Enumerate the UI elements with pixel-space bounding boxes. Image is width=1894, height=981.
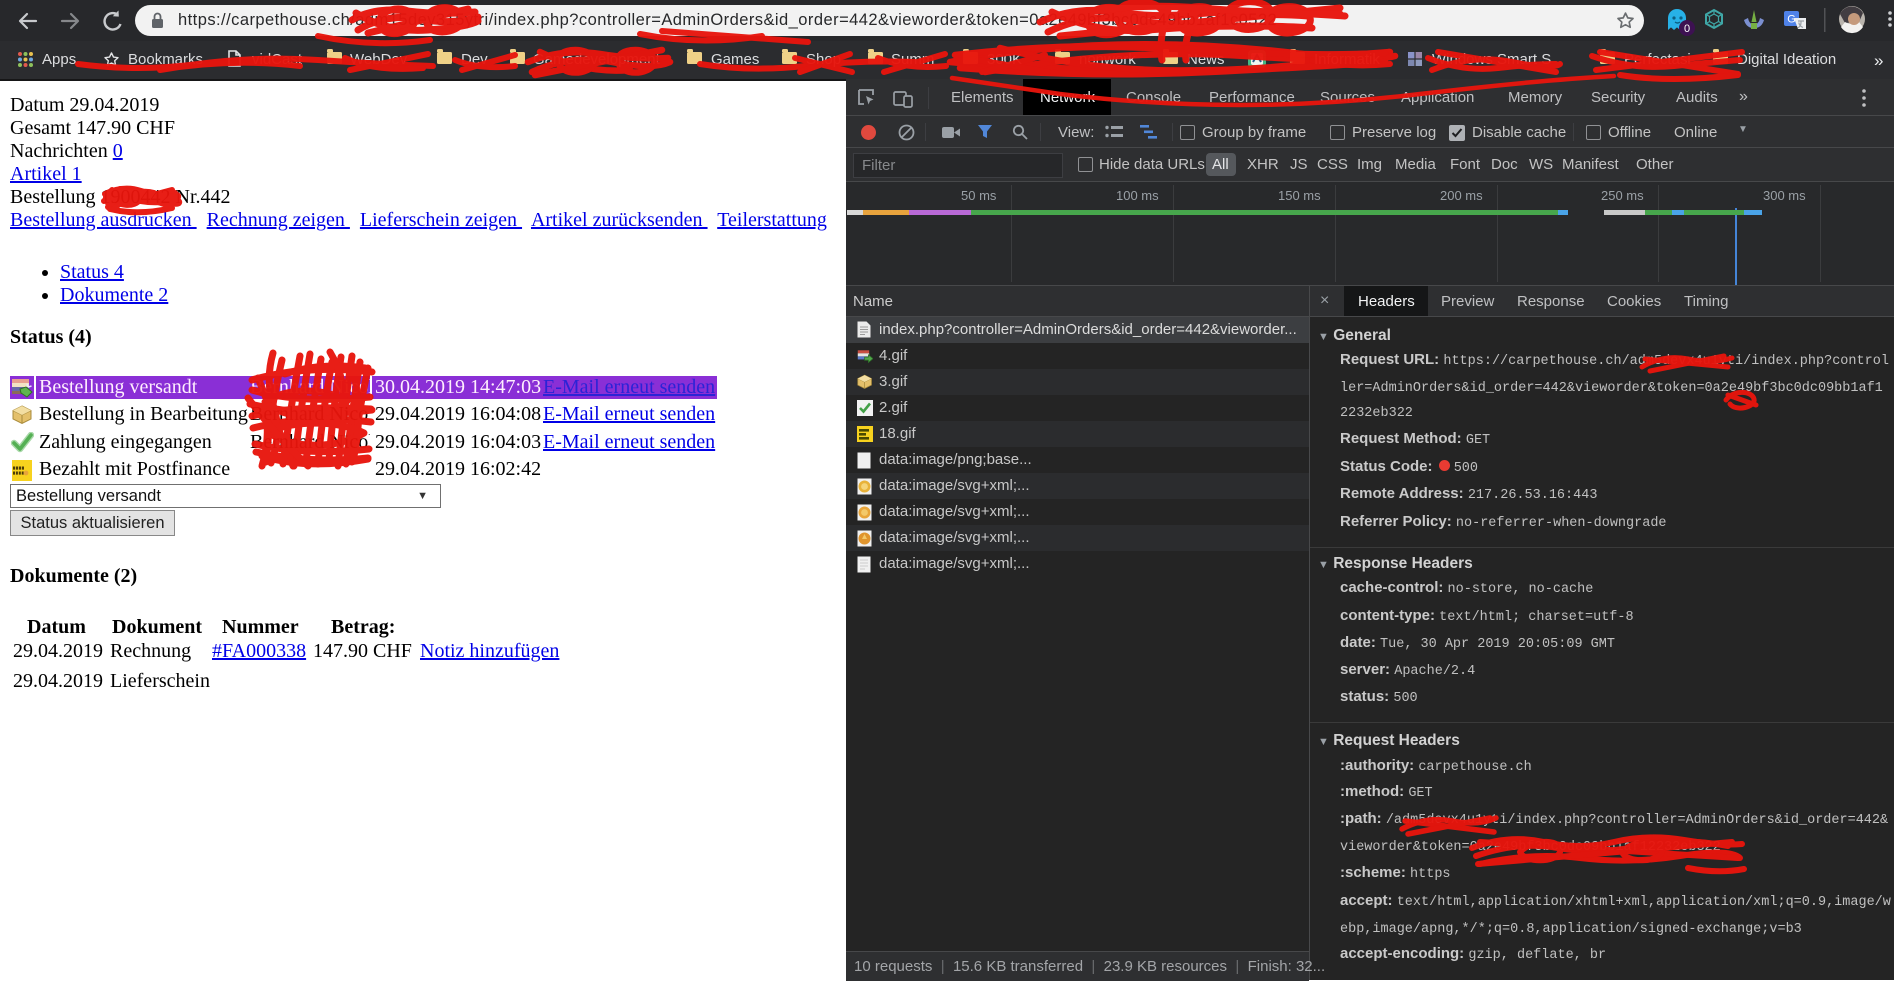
svg-text:0: 0: [1684, 23, 1690, 35]
svg-text:G: G: [1787, 14, 1796, 26]
